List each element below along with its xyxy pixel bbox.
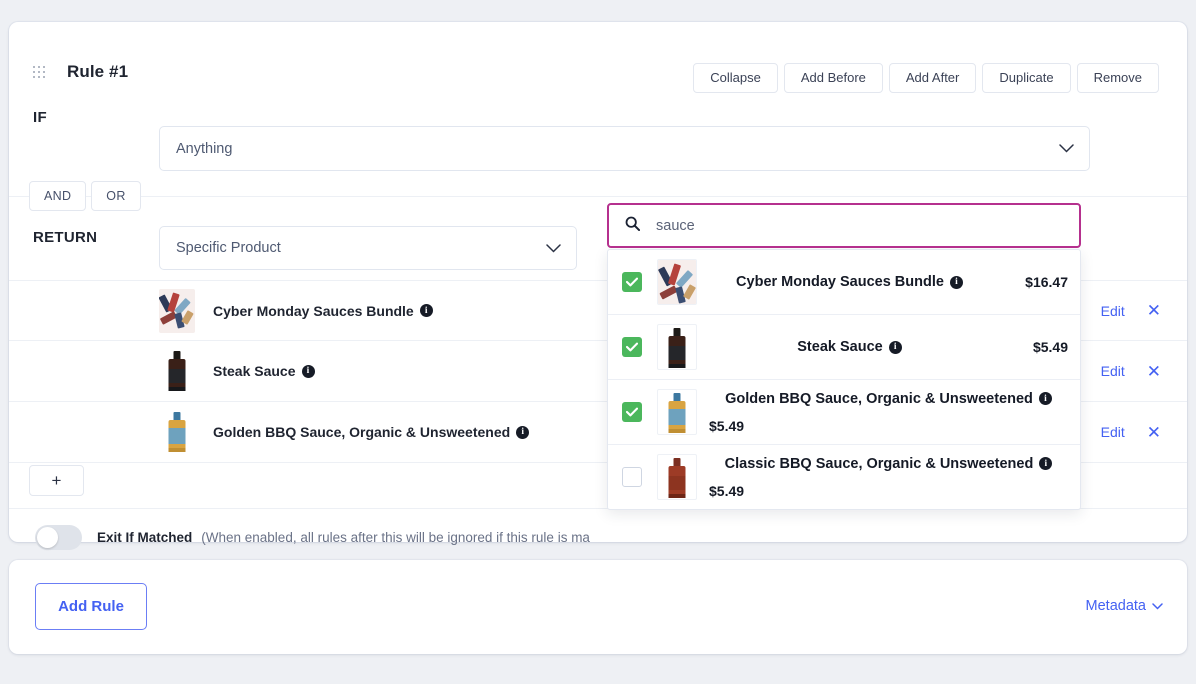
metadata-label: Metadata [1085,598,1146,614]
product-name: Cyber Monday Sauces Bundle i [213,303,433,319]
toggle-knob [37,526,58,548]
result-checkbox[interactable] [622,272,642,292]
result-checkbox[interactable] [622,402,642,422]
add-product-button[interactable]: + [29,465,84,496]
info-icon[interactable]: i [419,304,433,317]
remove-button[interactable]: Remove [1076,63,1159,93]
exit-if-matched-label: Exit If Matched [97,529,193,545]
and-button[interactable]: AND [29,181,87,211]
chevron-down-icon [1152,598,1163,614]
search-icon [625,216,641,236]
result-price: $5.49 [709,417,745,434]
logic-operator-group: AND OR [29,181,141,211]
result-checkbox[interactable] [622,337,642,357]
chevron-down-icon [540,243,566,253]
result-name: Cyber Monday Sauces Bundle i [707,274,992,290]
exit-if-matched-toggle[interactable] [35,524,82,550]
search-results-dropdown: Cyber Monday Sauces Bundle i $16.47 Stea… [607,249,1081,510]
add-rule-button[interactable]: Add Rule [35,583,147,630]
drag-handle-icon[interactable] [33,66,47,78]
product-thumbnail-golden [159,410,195,454]
result-price: $5.49 [709,482,745,499]
product-thumbnail-classic [657,454,697,500]
product-thumbnail-bundle [159,288,195,333]
list-item[interactable]: Classic BBQ Sauce, Organic & Unsweetened… [608,445,1080,509]
if-condition-value: Anything [176,140,233,157]
add-before-button[interactable]: Add Before [783,63,883,93]
edit-link[interactable]: Edit [1101,363,1125,379]
edit-link[interactable]: Edit [1101,424,1125,440]
search-box[interactable] [607,203,1081,248]
product-thumbnail-golden [657,389,697,435]
collapse-button[interactable]: Collapse [693,63,778,93]
product-search: Cyber Monday Sauces Bundle i $16.47 [607,203,1081,510]
close-icon[interactable]: ✕ [1147,302,1161,319]
info-icon[interactable]: i [1039,457,1053,470]
duplicate-button[interactable]: Duplicate [982,63,1071,93]
exit-if-matched-row: Exit If Matched (When enabled, all rules… [9,509,1187,565]
return-type-select[interactable]: Specific Product [159,226,577,270]
rule-header: Rule #1 Collapse Add Before Add After Du… [9,22,1187,93]
close-icon[interactable]: ✕ [1147,424,1161,441]
return-type-value: Specific Product [176,240,281,256]
info-icon[interactable]: i [516,425,530,439]
result-name: Steak Sauce i [707,339,992,355]
info-icon[interactable]: i [301,364,315,378]
row-actions: Edit ✕ [1101,424,1161,441]
row-actions: Edit ✕ [1101,363,1161,380]
page-title: Rule #1 [67,62,129,81]
close-icon[interactable]: ✕ [1147,363,1161,380]
product-name: Steak Sauce i [213,363,315,379]
info-icon[interactable]: i [1038,392,1052,405]
if-condition-select[interactable]: Anything [159,126,1090,171]
footer-bar: Add Rule Metadata [9,560,1187,654]
result-checkbox[interactable] [622,467,642,487]
list-item[interactable]: Cyber Monday Sauces Bundle i $16.47 [608,250,1080,315]
andor-divider [9,196,1187,197]
result-name: Golden BBQ Sauce, Organic & Unsweetened … [725,391,1052,407]
rule-header-actions: Collapse Add Before Add After Duplicate … [693,63,1159,93]
info-icon[interactable]: i [949,275,963,289]
product-thumbnail-steak [657,324,697,370]
product-name: Golden BBQ Sauce, Organic & Unsweetened … [213,424,530,440]
list-item[interactable]: Golden BBQ Sauce, Organic & Unsweetened … [608,380,1080,445]
product-thumbnail-steak [159,349,195,393]
info-icon[interactable]: i [888,340,902,354]
or-button[interactable]: OR [91,181,141,211]
row-actions: Edit ✕ [1101,302,1161,319]
add-after-button[interactable]: Add After [888,63,977,93]
search-input[interactable] [656,217,1036,234]
list-item[interactable]: Steak Sauce i $5.49 [608,315,1080,380]
if-label: IF [33,109,47,126]
result-name: Classic BBQ Sauce, Organic & Unsweetened… [725,456,1053,472]
chevron-down-icon [1053,144,1079,153]
result-price: $5.49 [1032,339,1068,355]
result-price: $16.47 [1025,274,1068,290]
return-label: RETURN [33,229,98,246]
metadata-toggle[interactable]: Metadata [1086,598,1163,614]
product-thumbnail-bundle [657,259,697,305]
edit-link[interactable]: Edit [1101,303,1125,319]
exit-if-matched-help: (When enabled, all rules after this will… [201,529,590,545]
